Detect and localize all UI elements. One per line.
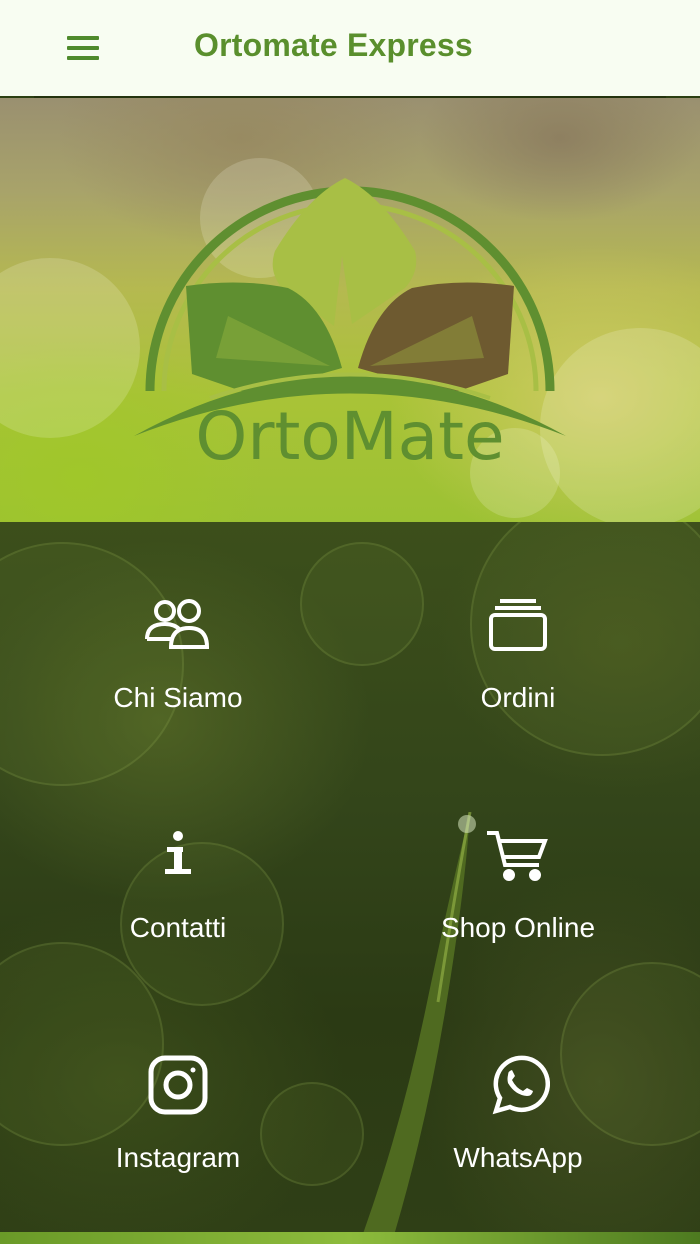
menu-item-label: Ordini [480,682,556,713]
menu-item-whatsapp[interactable]: WhatsApp [368,1050,668,1230]
hero-banner: OrtoMate [0,98,700,522]
menu-item-ordini[interactable]: Ordini [368,590,668,770]
instagram-icon [143,1050,213,1120]
app-title: Ortomate Express [194,27,473,63]
logo-wordmark: OrtoMate [195,398,505,475]
people-icon [143,590,213,660]
menu-item-instagram[interactable]: Instagram [28,1050,328,1230]
bottom-strip [0,1232,700,1244]
menu-item-chi-siamo[interactable]: Chi Siamo [28,590,328,770]
cart-icon [483,820,553,890]
info-icon [143,820,213,890]
stack-icon [483,590,553,660]
menu-item-shop-online[interactable]: Shop Online [368,820,668,1000]
whatsapp-icon [483,1050,553,1120]
menu-item-contatti[interactable]: Contatti [28,820,328,1000]
menu-item-label: WhatsApp [453,1142,583,1173]
menu-item-label: Instagram [115,1142,241,1173]
menu-item-label: Contatti [129,912,227,943]
menu-item-label: Shop Online [440,912,596,943]
menu-item-label: Chi Siamo [113,682,243,713]
hamburger-menu-icon[interactable] [56,26,110,70]
app-header: Ortomate Express [0,0,700,98]
